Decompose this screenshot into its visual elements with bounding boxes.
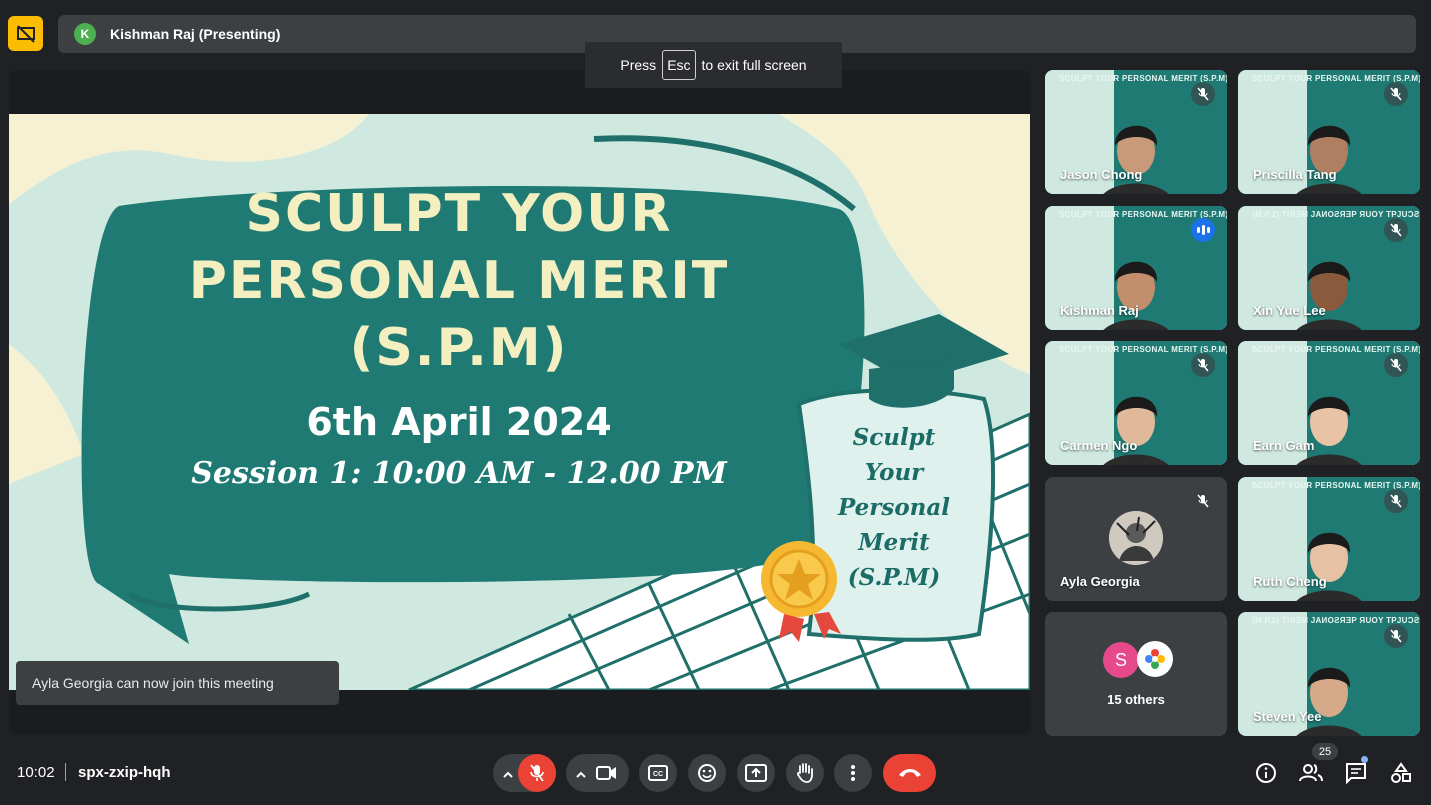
fullscreen-hint-prefix: Press [620,57,657,73]
more-options-button[interactable] [834,754,872,792]
speaking-indicator-icon [1191,218,1215,242]
participant-name: Kishman Raj [1060,303,1139,318]
clock: 10:02 [17,764,55,781]
avatar-image-icon [1109,511,1163,565]
svg-text:CC: CC [653,771,663,778]
people-icon [1299,764,1323,782]
mic-off-icon [1191,353,1215,377]
mic-off-icon [1384,489,1408,513]
scroll-text-line-2: Your [864,459,924,486]
meeting-info-button[interactable] [1253,760,1279,786]
chat-icon [1346,763,1366,784]
info-icon [1256,763,1276,783]
raise-hand-button[interactable] [786,754,824,792]
participant-name: Jason Chong [1060,167,1143,182]
activities-icon [1391,762,1411,783]
mic-off-icon [1384,218,1408,242]
captions-button[interactable]: CC [639,754,677,792]
camera-control-group [566,754,629,792]
flower-icon [1145,649,1165,669]
emoji-icon [698,764,716,782]
participant-tile-ayla-georgia[interactable]: Ayla Georgia [1045,477,1227,601]
others-avatar-s: S [1103,642,1139,678]
present-screen-button[interactable] [737,754,775,792]
participant-tile-ruth-cheng[interactable]: SCULPT YOUR PERSONAL MERIT (S.P.M) Ruth C… [1238,477,1420,601]
presentation-stage: SCULPT YOUR PERSONAL MERIT (S.P.M) 6th A… [9,70,1030,735]
join-notification-toast: Ayla Georgia can now join this meeting [16,661,339,705]
people-count-badge: 25 [1312,743,1338,760]
others-avatar-flower [1137,641,1173,677]
mic-off-icon [1384,353,1408,377]
end-call-icon [898,769,921,777]
esc-key-badge: Esc [662,50,696,80]
fullscreen-hint-suffix: to exit full screen [701,57,807,73]
participant-tile-kishman-raj[interactable]: SCULPT YOUR PERSONAL MERIT (S.P.M) Kishma… [1045,206,1227,330]
participant-tile-jason-chong[interactable]: SCULPT YOUR PERSONAL MERIT (S.P.M) Jason … [1045,70,1227,194]
people-button[interactable] [1298,760,1324,786]
mic-off-icon [1191,489,1215,513]
chat-unread-indicator [1361,756,1368,763]
participant-tile-carmen-ngo[interactable]: SCULPT YOUR PERSONAL MERIT (S.P.M) Carmen… [1045,341,1227,465]
slide-title-line-3: (S.P.M) [349,318,569,378]
presenter-label: Kishman Raj (Presenting) [110,26,281,42]
camera-icon [596,766,616,780]
mic-off-icon [530,764,544,782]
participant-avatar [1109,511,1163,565]
slide-session: Session 1: 10:00 AM - 12.00 PM [191,456,727,491]
scroll-text-line-3: Personal [837,494,951,521]
more-vert-icon [851,765,855,781]
camera-button[interactable] [596,764,618,787]
toast-text: Ayla Georgia can now join this meeting [32,675,274,691]
leave-call-button[interactable] [883,754,936,792]
presentation-toggle-button[interactable] [8,16,43,51]
participant-name: Ayla Georgia [1060,574,1140,589]
participant-name: Earn Gam [1253,438,1315,453]
mic-off-icon [1191,82,1215,106]
mic-off-icon [1384,82,1408,106]
participant-tile-steven-yee[interactable]: (M.P.2) TIЯƎM JAИOƧЯƎP ЯUOY TPJUƆƧ Steven… [1238,612,1420,736]
meeting-code: spx-zxip-hqh [78,764,171,781]
presenter-avatar: K [74,23,96,45]
participant-name: Priscilla Tang [1253,167,1337,182]
slide-title-line-2: PERSONAL MERIT [188,251,730,311]
closed-captions-icon: CC [648,765,668,781]
slide-date: 6th April 2024 [306,400,612,444]
scroll-text-line-5: (S.P.M) [847,564,941,591]
participant-tile-priscilla-tang[interactable]: SCULPT YOUR PERSONAL MERIT (S.P.M) Prisci… [1238,70,1420,194]
participant-tile-earn-gam[interactable]: SCULPT YOUR PERSONAL MERIT (S.P.M) Earn G… [1238,341,1420,465]
mic-off-button[interactable] [518,754,556,792]
mic-control-group [493,754,556,792]
participant-name: Ruth Cheng [1253,574,1327,589]
stop-presenting-icon [16,24,35,43]
scroll-text-line-1: Sculpt [852,424,936,451]
participant-name: Steven Yee [1253,709,1322,724]
mic-off-icon [1384,624,1408,648]
present-screen-icon [745,764,767,782]
participant-name: Xin Yue Lee [1253,303,1326,318]
others-count-label: 15 others [1107,692,1165,707]
mic-options-chevron-icon[interactable] [502,767,514,785]
chat-button[interactable] [1343,760,1369,786]
raise-hand-icon [797,763,813,783]
reactions-button[interactable] [688,754,726,792]
slide-title-line-1: SCULPT YOUR [245,184,673,244]
scroll-text-line-4: Merit [858,529,930,556]
participant-tile-xin-yue-lee[interactable]: (M.P.2) TIЯƎM JAИOƧЯƎP ЯUOY TPJUƆƧ Xin Yu… [1238,206,1420,330]
camera-options-chevron-icon[interactable] [575,767,587,785]
fullscreen-hint: Press Esc to exit full screen [585,42,842,88]
participant-name: Carmen Ngo [1060,438,1138,453]
divider [65,763,66,781]
presentation-slide: SCULPT YOUR PERSONAL MERIT (S.P.M) 6th A… [9,114,1030,690]
activities-button[interactable] [1388,760,1414,786]
others-tile[interactable]: S 15 others [1045,612,1227,736]
